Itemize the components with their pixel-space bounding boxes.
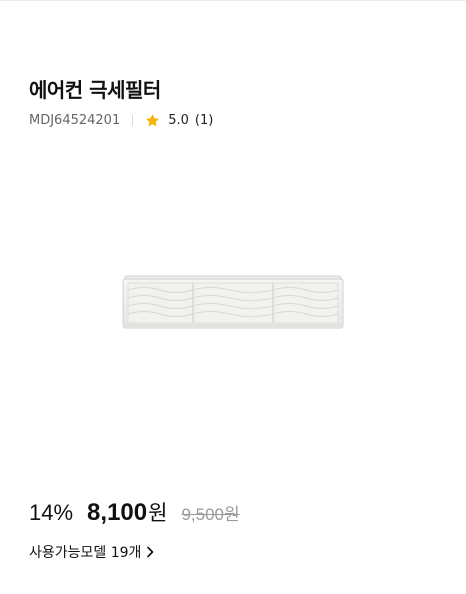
product-image xyxy=(120,270,346,332)
price-row: 14% 8,100 원 9,500원 xyxy=(29,497,240,531)
chevron-right-icon xyxy=(147,546,154,558)
rating-value: 5.0 xyxy=(168,112,189,128)
discount-rate: 14% xyxy=(29,500,74,525)
review-count[interactable]: (1) xyxy=(195,113,213,128)
product-meta: MDJ64524201 5.0 (1) xyxy=(29,110,213,130)
top-divider xyxy=(0,0,466,1)
product-title: 에어컨 극세필터 xyxy=(29,78,161,102)
product-sku: MDJ64524201 xyxy=(29,112,121,128)
compatible-models-label: 사용가능모델 19개 xyxy=(29,545,142,561)
price-unit: 원 xyxy=(148,501,168,525)
meta-divider xyxy=(132,114,134,126)
compatible-models-link[interactable]: 사용가능모델 19개 xyxy=(29,541,155,563)
star-icon xyxy=(146,113,160,126)
original-price: 9,500원 xyxy=(181,505,240,524)
air-filter-image xyxy=(122,275,344,329)
sale-price: 8,100 xyxy=(87,499,148,526)
